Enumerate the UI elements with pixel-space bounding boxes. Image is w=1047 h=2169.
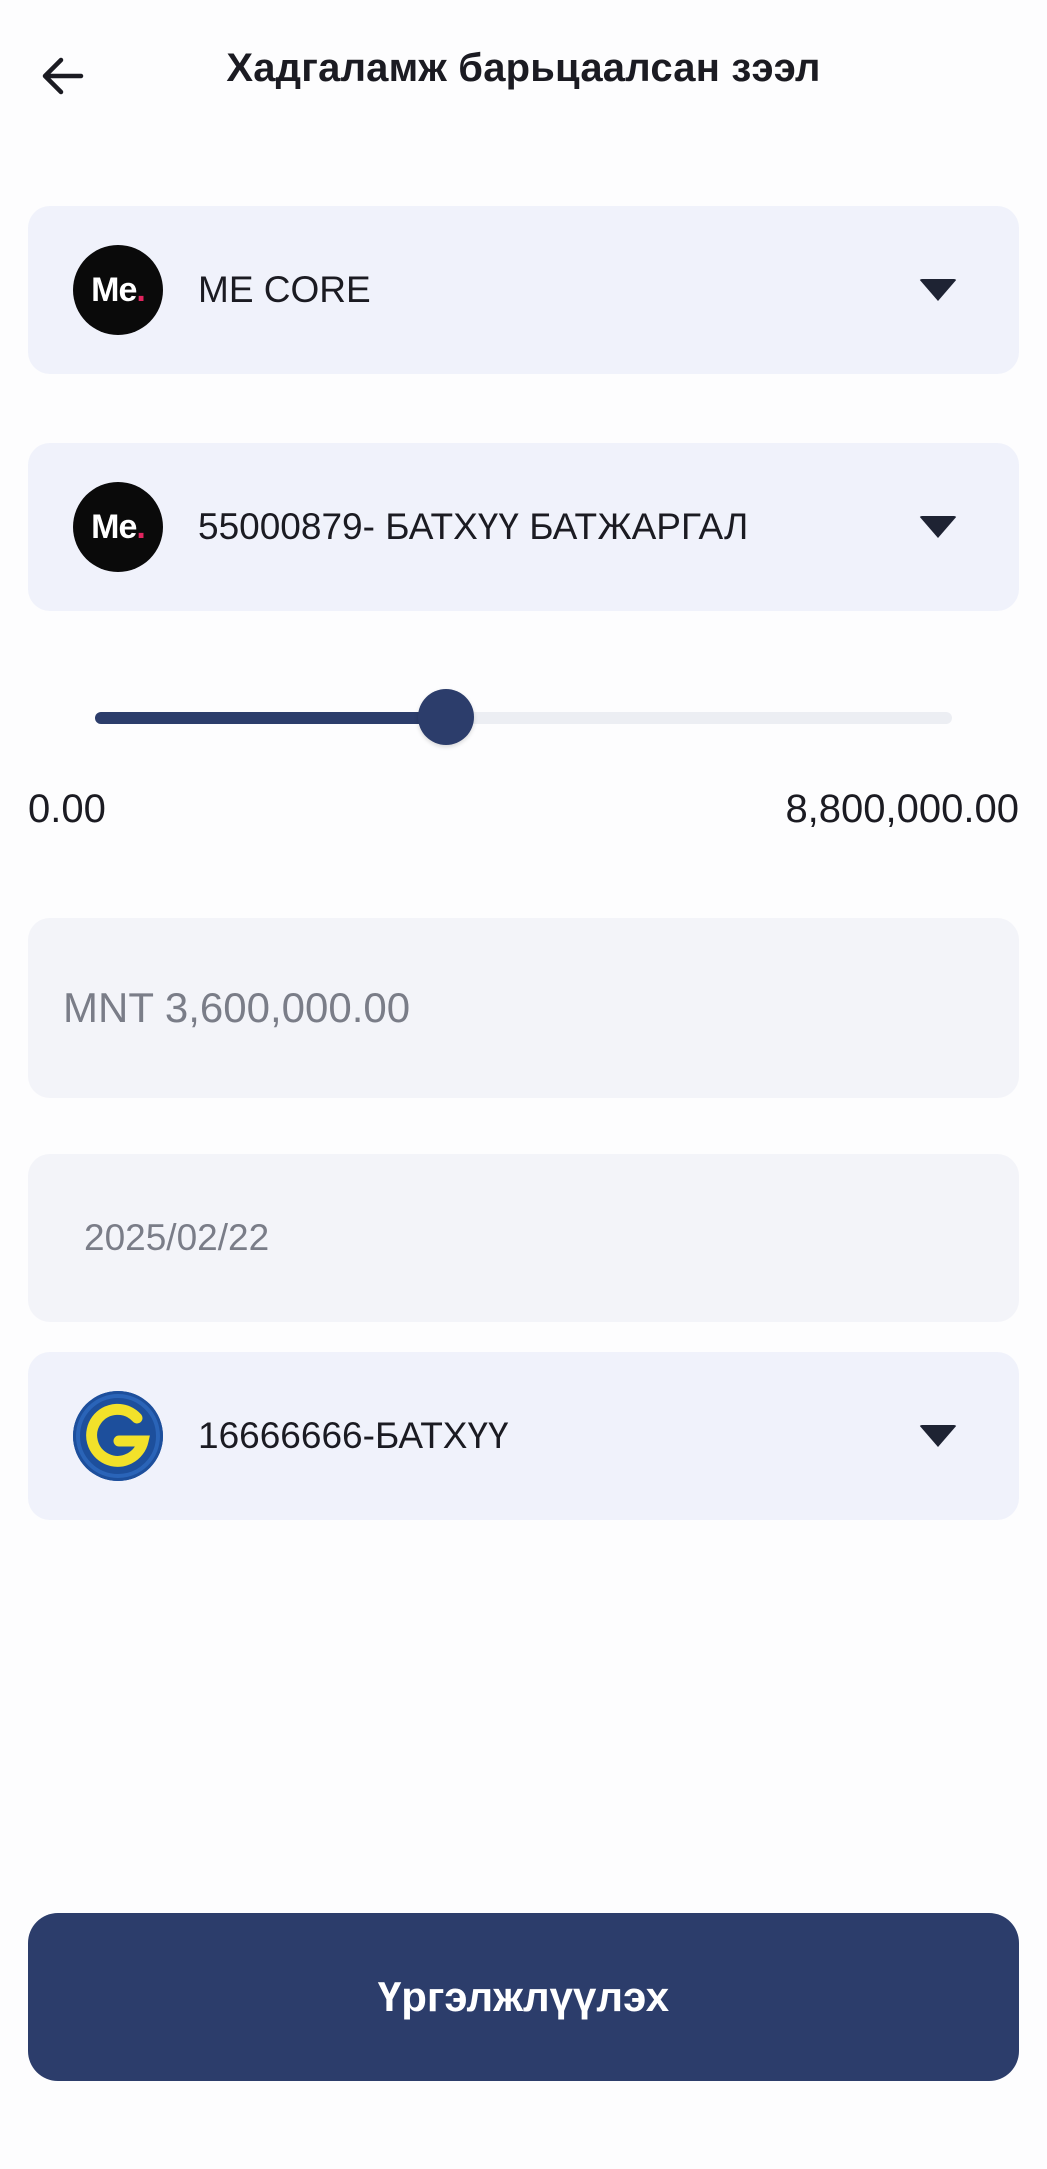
receiver-select-label: 16666666-БАТХҮҮ: [198, 1415, 509, 1456]
slider-thumb[interactable]: [418, 689, 475, 745]
continue-button[interactable]: Үргэлжлүүлэх: [28, 1913, 1019, 2081]
header: Хадгаламж барьцаалсан зээл: [0, 0, 1047, 150]
caret-down-icon: [919, 516, 957, 538]
account-select-label: 55000879- БАТХҮҮ БАТЖАРГАЛ: [198, 506, 749, 547]
slider-fill: [95, 712, 447, 724]
caret-down-icon: [919, 279, 957, 301]
provider-select[interactable]: Me. ME CORE: [28, 206, 1019, 374]
date-value: 2025/02/22: [84, 1217, 270, 1258]
amount-input[interactable]: MNT 3,600,000.00: [28, 918, 1019, 1098]
provider-select-label: ME CORE: [198, 269, 371, 310]
slider-max-label: 8,800,000.00: [785, 787, 1019, 831]
date-input[interactable]: 2025/02/22: [28, 1154, 1019, 1322]
caret-down-icon: [919, 1425, 957, 1447]
account-select[interactable]: Me. 55000879- БАТХҮҮ БАТЖАРГАЛ: [28, 443, 1019, 611]
amount-slider[interactable]: [95, 689, 952, 745]
me-logo-icon: Me.: [73, 245, 163, 335]
receiver-select[interactable]: 16666666-БАТХҮҮ: [28, 1352, 1019, 1520]
amount-value: MNT 3,600,000.00: [63, 984, 411, 1031]
g-logo-icon: [73, 1391, 163, 1481]
slider-min-label: 0.00: [28, 787, 106, 831]
me-logo-icon: Me.: [73, 482, 163, 572]
page-title: Хадгаламж барьцаалсан зээл: [226, 46, 821, 90]
